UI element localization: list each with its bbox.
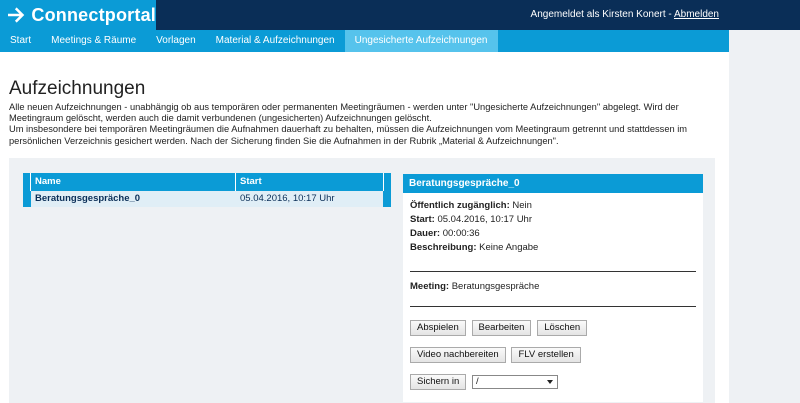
intro-paragraph-1: Alle neuen Aufzeichnungen - unabhängig o…: [9, 102, 679, 124]
main-nav: Start Meetings & Räume Vorlagen Material…: [0, 30, 729, 52]
recording-detail-panel: Beratungsgespräche_0 Öffentlich zugängli…: [403, 174, 703, 402]
duration-value: 00:00:36: [442, 228, 480, 239]
action-buttons-row-2: Video nachbereiten FLV erstellen: [410, 347, 584, 363]
column-header-start[interactable]: Start: [236, 173, 383, 191]
start-label: Start:: [410, 214, 435, 225]
table-row[interactable]: Beratungsgespräche_0 05.04.2016, 10:17 U…: [23, 191, 391, 207]
brand-name: Connectportal: [31, 4, 156, 25]
nav-item-start[interactable]: Start: [0, 30, 41, 52]
action-buttons-row-1: Abspielen Bearbeiten Löschen: [410, 320, 590, 336]
description-label: Beschreibung:: [410, 242, 477, 253]
description-value: Keine Angabe: [479, 242, 539, 253]
column-header-name[interactable]: Name: [31, 173, 236, 191]
recordings-panel: Name Start Beratungsgespräche_0 05.04.20…: [9, 158, 715, 403]
brand-logo[interactable]: Connectportal: [0, 0, 156, 30]
nav-item-unsaved-recordings[interactable]: Ungesicherte Aufzeichnungen: [344, 30, 498, 52]
chevron-down-icon: [547, 380, 554, 384]
start-value: 05.04.2016, 10:17 Uhr: [437, 214, 532, 225]
edit-button[interactable]: Bearbeiten: [471, 320, 532, 336]
edit-video-button[interactable]: Video nachbereiten: [410, 347, 506, 363]
logged-in-text: Angemeldet als Kirsten Konert -: [530, 9, 674, 20]
logout-link[interactable]: Abmelden: [674, 9, 719, 20]
create-flv-button[interactable]: FLV erstellen: [511, 347, 581, 363]
recordings-table: Name Start Beratungsgespräche_0 05.04.20…: [23, 173, 391, 207]
row-edge-left: [23, 191, 31, 207]
save-in-button[interactable]: Sichern in: [410, 374, 467, 390]
folder-select-value: /: [476, 376, 479, 387]
table-header-edge-left: [23, 173, 31, 191]
table-header: Name Start: [23, 173, 391, 191]
top-bar: Connectportal Angemeldet als Kirsten Kon…: [0, 0, 729, 30]
divider: [410, 306, 696, 307]
public-label: Öffentlich zugänglich:: [410, 200, 510, 211]
table-header-edge-right: [383, 173, 391, 191]
page-title: Aufzeichnungen: [9, 78, 146, 99]
row-edge-right: [383, 191, 391, 207]
arrow-right-icon: [8, 7, 25, 23]
meeting-label: Meeting:: [410, 281, 450, 292]
cell-start: 05.04.2016, 10:17 Uhr: [240, 193, 335, 204]
play-button[interactable]: Abspielen: [410, 320, 466, 336]
right-gutter: [729, 0, 800, 403]
save-row: Sichern in /: [410, 374, 559, 390]
cell-name: Beratungsgespräche_0: [35, 193, 141, 204]
detail-title: Beratungsgespräche_0: [403, 174, 703, 193]
nav-item-templates[interactable]: Vorlagen: [146, 30, 205, 52]
folder-select[interactable]: /: [472, 375, 559, 389]
meeting-info: Meeting: Beratungsgespräche: [403, 272, 703, 300]
detail-info: Öffentlich zugänglich: Nein Start: 05.04…: [403, 193, 703, 261]
user-area: Angemeldet als Kirsten Konert - Abmelden: [531, 0, 719, 30]
delete-button[interactable]: Löschen: [537, 320, 588, 336]
intro-paragraph-2: Um insbesondere bei temporären Meetingrä…: [9, 124, 688, 146]
nav-item-material[interactable]: Material & Aufzeichnungen: [206, 30, 345, 52]
duration-label: Dauer:: [410, 228, 441, 239]
main-content: Aufzeichnungen Alle neuen Aufzeichnungen…: [9, 52, 719, 147]
meeting-value: Beratungsgespräche: [451, 281, 540, 292]
intro-text: Alle neuen Aufzeichnungen - unabhängig o…: [9, 102, 721, 147]
nav-item-meetings[interactable]: Meetings & Räume: [41, 30, 146, 52]
public-value: Nein: [512, 200, 532, 211]
right-gutter-header: [729, 0, 800, 30]
